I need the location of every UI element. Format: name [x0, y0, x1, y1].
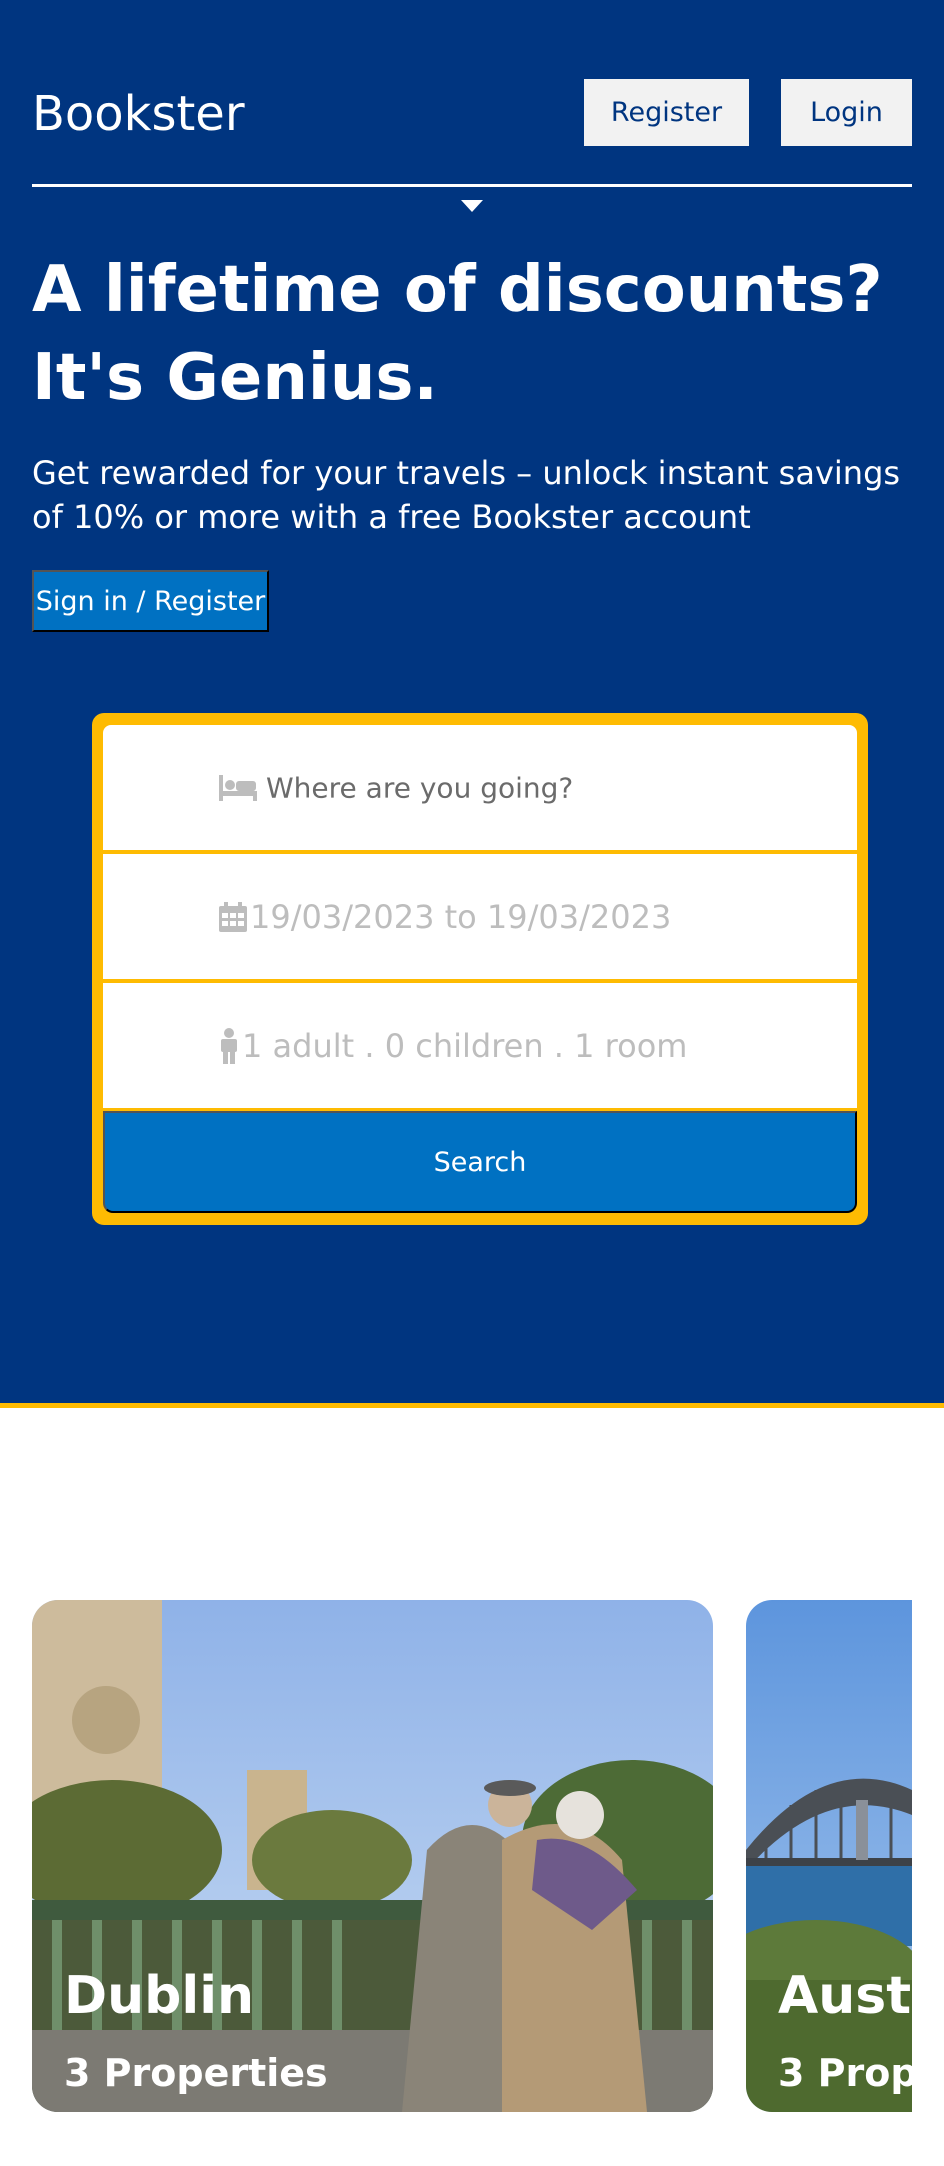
guests-field[interactable]: 1 adult . 0 children . 1 room: [103, 983, 857, 1108]
destination-card-dublin[interactable]: Dublin 3 Properties: [32, 1600, 713, 2112]
signin-register-button[interactable]: Sign in / Register: [32, 570, 269, 632]
search-button[interactable]: Search: [103, 1111, 857, 1213]
brand-logo[interactable]: Bookster: [32, 86, 245, 142]
destination-properties: 3 Properties: [64, 2051, 328, 2095]
destination-image: [746, 1600, 912, 2112]
hero-subline: Get rewarded for your travels – unlock i…: [32, 454, 901, 536]
guests-value: 1 adult . 0 children . 1 room: [242, 1026, 688, 1065]
destination-image: [32, 1600, 713, 2112]
dates-value: 19/03/2023 to 19/03/2023: [250, 897, 672, 936]
destination-name: Austin: [778, 1966, 912, 2026]
destination-name: Dublin: [64, 1966, 255, 2026]
bed-icon: [218, 773, 258, 803]
caret-down-icon: [461, 200, 483, 212]
hero-headline: A lifetime of discounts? It's Genius.: [32, 253, 883, 415]
dates-field[interactable]: 19/03/2023 to 19/03/2023: [103, 854, 857, 979]
destination-properties: 3 Properties: [778, 2051, 912, 2095]
destination-placeholder: Where are you going?: [266, 771, 574, 804]
search-box: Where are you going? 19/03/2023 to 19/03…: [92, 713, 868, 1225]
header-divider: [32, 184, 912, 187]
hero-divider: [0, 1403, 944, 1408]
destination-field[interactable]: Where are you going?: [103, 725, 857, 850]
login-button[interactable]: Login: [781, 79, 912, 146]
register-button[interactable]: Register: [584, 79, 749, 146]
calendar-icon: [218, 901, 248, 933]
person-icon: [218, 1027, 240, 1064]
destination-card-austin[interactable]: Austin 3 Properties: [746, 1600, 912, 2112]
